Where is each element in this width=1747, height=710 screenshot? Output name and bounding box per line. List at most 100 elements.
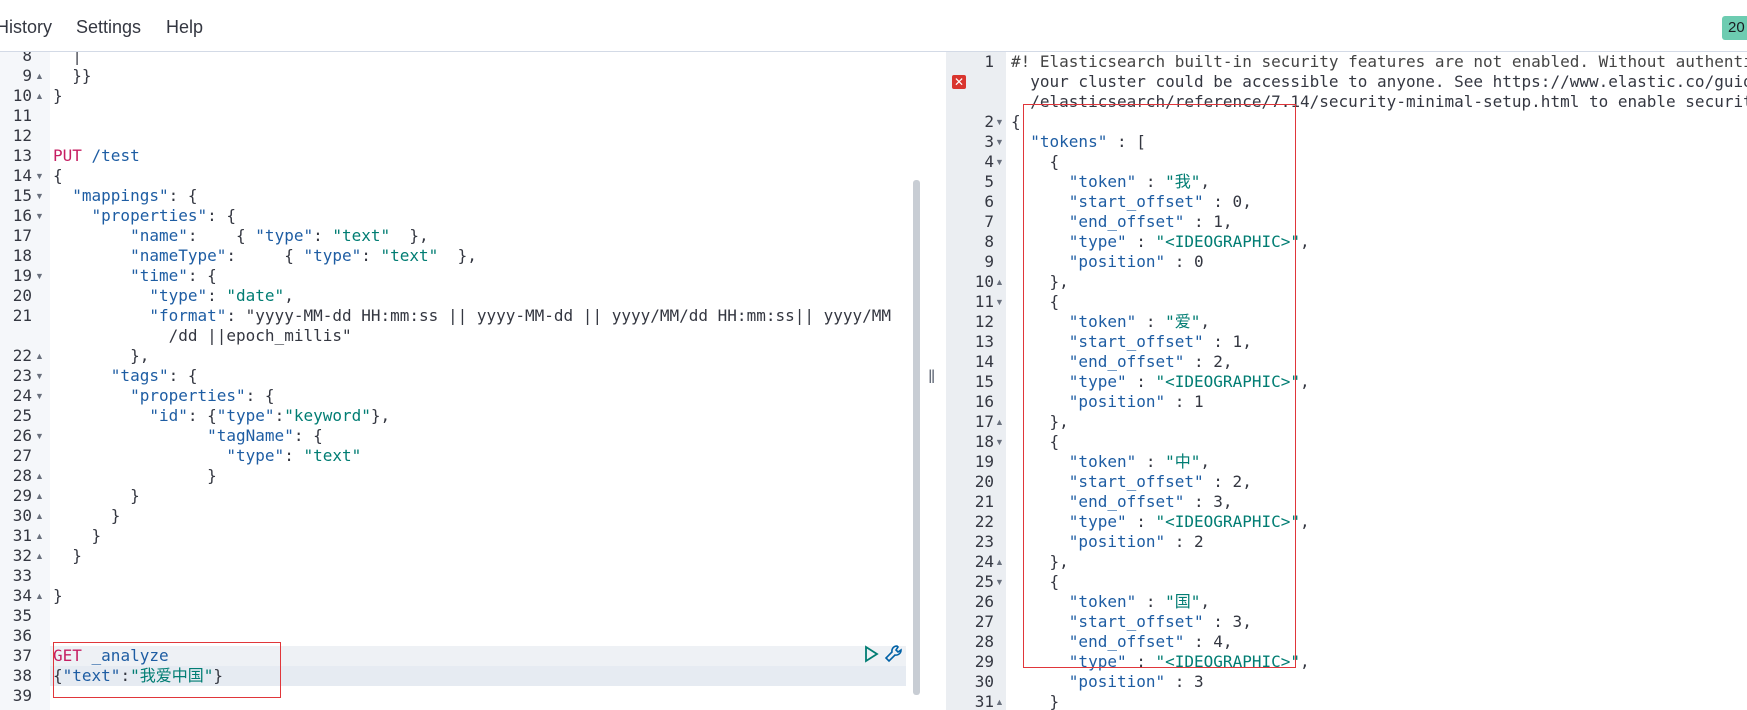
fold-open-icon[interactable]: ▼ bbox=[995, 132, 1004, 152]
fold-open-icon[interactable]: ▼ bbox=[35, 166, 44, 186]
code-line[interactable]: } bbox=[53, 526, 102, 546]
line-number: 15 bbox=[974, 372, 994, 391]
fold-open-icon[interactable]: ▼ bbox=[35, 426, 44, 446]
panel-resizer[interactable]: ‖ bbox=[922, 52, 946, 710]
line-number: 10 bbox=[974, 272, 994, 291]
fold-open-icon[interactable]: ▼ bbox=[35, 366, 44, 386]
code-line[interactable]: "format": "yyyy-MM-dd HH:mm:ss || yyyy-M… bbox=[53, 306, 891, 326]
code-line[interactable]: "properties": { bbox=[53, 386, 275, 406]
fold-close-icon[interactable]: ▲ bbox=[995, 272, 1004, 292]
fold-open-icon[interactable]: ▼ bbox=[35, 386, 44, 406]
fold-close-icon[interactable]: ▲ bbox=[35, 526, 44, 546]
error-icon: ✕ bbox=[952, 75, 966, 89]
code-line[interactable]: } bbox=[53, 86, 63, 106]
fold-close-icon[interactable]: ▲ bbox=[995, 692, 1004, 710]
line-number: 14 bbox=[974, 352, 994, 371]
response-annotation-box bbox=[1023, 104, 1296, 668]
fold-close-icon[interactable]: ▲ bbox=[35, 486, 44, 506]
code-line[interactable]: PUT /test bbox=[53, 146, 140, 166]
code-line[interactable]: } bbox=[53, 586, 63, 606]
code-line[interactable]: │ bbox=[53, 52, 82, 66]
settings-menu-item[interactable]: Settings bbox=[76, 17, 141, 38]
fold-open-icon[interactable]: ▼ bbox=[35, 206, 44, 226]
fold-close-icon[interactable]: ▲ bbox=[35, 546, 44, 566]
request-scrollbar[interactable] bbox=[913, 180, 920, 695]
code-line[interactable]: "type": "text" bbox=[53, 446, 361, 466]
fold-open-icon[interactable]: ▼ bbox=[995, 572, 1004, 592]
history-menu-item[interactable]: History bbox=[0, 17, 52, 38]
line-number: 11 bbox=[12, 106, 32, 125]
line-number: 1 bbox=[984, 52, 994, 71]
fold-open-icon[interactable]: ▼ bbox=[995, 292, 1004, 312]
code-line[interactable]: "tags": { bbox=[53, 366, 198, 386]
fold-close-icon[interactable]: ▲ bbox=[35, 86, 44, 106]
line-number: 21 bbox=[12, 306, 32, 325]
line-number: 29 bbox=[974, 652, 994, 671]
fold-close-icon[interactable]: ▲ bbox=[35, 346, 44, 366]
line-number: 11 bbox=[974, 292, 994, 311]
line-number: 28 bbox=[12, 466, 32, 485]
fold-close-icon[interactable]: ▲ bbox=[995, 412, 1004, 432]
fold-open-icon[interactable]: ▼ bbox=[995, 112, 1004, 132]
line-number: 30 bbox=[974, 672, 994, 691]
line-number: 9 bbox=[22, 66, 32, 85]
code-line[interactable]: } bbox=[53, 506, 121, 526]
code-line[interactable]: "name": { "type": "text" }, bbox=[53, 226, 429, 246]
code-line[interactable]: } bbox=[53, 486, 140, 506]
code-line[interactable]: /dd ||epoch_millis" bbox=[53, 326, 352, 346]
status-badge: 20 bbox=[1722, 16, 1747, 40]
line-number: 32 bbox=[12, 546, 32, 565]
line-number: 7 bbox=[984, 212, 994, 231]
line-number: 27 bbox=[12, 446, 32, 465]
line-number: 14 bbox=[12, 166, 32, 185]
line-number: 12 bbox=[12, 126, 32, 145]
line-number: 34 bbox=[12, 586, 32, 605]
fold-close-icon[interactable]: ▲ bbox=[35, 506, 44, 526]
line-number bbox=[946, 92, 994, 112]
line-number: 22 bbox=[12, 346, 32, 365]
line-number: 33 bbox=[12, 566, 32, 585]
line-number: 20 bbox=[12, 286, 32, 305]
code-line[interactable]: } bbox=[53, 546, 82, 566]
fold-open-icon[interactable]: ▼ bbox=[995, 152, 1004, 172]
line-number: 23 bbox=[974, 532, 994, 551]
request-editor[interactable]: 8 │ 9 ▲ }} 10 ▲} 11 12 13 PUT /test 14 ▼{15 ▼ "mapp… bbox=[0, 52, 922, 710]
play-icon[interactable] bbox=[862, 645, 880, 663]
code-line[interactable]: } bbox=[53, 466, 217, 486]
help-menu-item[interactable]: Help bbox=[166, 17, 203, 38]
code-line[interactable]: "nameType": { "type": "text" }, bbox=[53, 246, 477, 266]
line-number: 17 bbox=[974, 412, 994, 431]
fold-close-icon[interactable]: ▲ bbox=[35, 66, 44, 86]
line-number: 8 bbox=[984, 232, 994, 251]
line-number: 17 bbox=[12, 226, 32, 245]
line-number: 9 bbox=[984, 252, 994, 271]
code-line[interactable]: "time": { bbox=[53, 266, 217, 286]
line-number: 10 bbox=[12, 86, 32, 105]
code-line: } bbox=[1011, 692, 1060, 710]
fold-close-icon[interactable]: ▲ bbox=[35, 586, 44, 606]
fold-close-icon[interactable]: ▲ bbox=[35, 466, 44, 486]
line-number: 29 bbox=[12, 486, 32, 505]
line-number: 28 bbox=[974, 632, 994, 651]
line-number: 26 bbox=[974, 592, 994, 611]
code-line[interactable]: "tagName": { bbox=[53, 426, 323, 446]
line-number: 23 bbox=[12, 366, 32, 385]
fold-open-icon[interactable]: ▼ bbox=[35, 266, 44, 286]
line-number: 8 bbox=[22, 52, 32, 65]
wrench-icon[interactable] bbox=[884, 644, 904, 664]
fold-open-icon[interactable]: ▼ bbox=[995, 432, 1004, 452]
code-line[interactable]: "properties": { bbox=[53, 206, 237, 226]
code-line[interactable]: "mappings": { bbox=[53, 186, 197, 206]
code-line[interactable]: { bbox=[53, 166, 63, 186]
code-line[interactable]: }, bbox=[53, 346, 149, 366]
code-line[interactable]: "type": "date", bbox=[53, 286, 294, 306]
line-number: 19 bbox=[974, 452, 994, 471]
code-line: { bbox=[1011, 112, 1021, 131]
code-line[interactable]: "id": {"type":"keyword"}, bbox=[53, 406, 390, 426]
line-number: 3 bbox=[984, 132, 994, 151]
line-number: 18 bbox=[974, 432, 994, 451]
line-number: 37 bbox=[12, 646, 32, 665]
fold-open-icon[interactable]: ▼ bbox=[35, 186, 44, 206]
fold-close-icon[interactable]: ▲ bbox=[995, 552, 1004, 572]
code-line[interactable]: }} bbox=[53, 66, 91, 86]
